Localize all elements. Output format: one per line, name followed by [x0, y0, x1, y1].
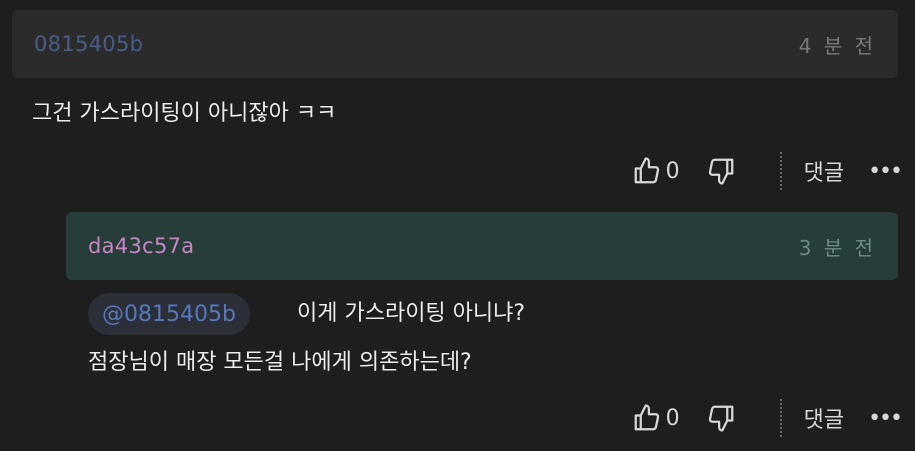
thumbs-up-icon: [632, 403, 662, 433]
comment-1-header: 0815405b 4 분 전: [12, 10, 898, 78]
comment-1-like-button[interactable]: 0: [632, 156, 706, 186]
comment-2-like-button[interactable]: 0: [632, 403, 706, 433]
divider: [779, 152, 782, 190]
thumbs-up-icon: [632, 156, 662, 186]
comment-2-reply-button[interactable]: 댓글: [804, 402, 844, 434]
comment-1-time: 4 분 전: [798, 33, 876, 58]
comment-2-time: 3 분 전: [798, 235, 876, 260]
comment-2-like-count: 0: [665, 405, 680, 431]
comment-1-actions: 0 댓글 •••: [632, 151, 903, 191]
thumbs-down-icon: [706, 403, 736, 433]
comment-1-more-button[interactable]: •••: [868, 159, 903, 184]
comment-2-header: da43c57a 3 분 전: [66, 212, 898, 280]
comment-2-dislike-button[interactable]: [706, 403, 736, 433]
comment-2-actions: 0 댓글 •••: [632, 398, 903, 438]
comment-2-author[interactable]: da43c57a: [88, 234, 194, 258]
comment-2-text-line-2: 점장님이 매장 모든걸 나에게 의존하는데?: [88, 350, 472, 375]
comment-2-mention[interactable]: @0815405b: [88, 293, 250, 335]
comment-2-text-line-1: 이게 가스라이팅 아니냐?: [297, 301, 526, 326]
divider: [779, 399, 782, 437]
comment-1-like-count: 0: [665, 158, 680, 184]
comment-1-text: 그건 가스라이팅이 아니잖아 ㅋㅋ: [32, 101, 337, 126]
comment-1-dislike-button[interactable]: [706, 156, 736, 186]
comment-1-reply-button[interactable]: 댓글: [804, 155, 844, 187]
thumbs-down-icon: [706, 156, 736, 186]
comment-2-more-button[interactable]: •••: [868, 406, 903, 431]
comment-1-author[interactable]: 0815405b: [34, 32, 143, 56]
